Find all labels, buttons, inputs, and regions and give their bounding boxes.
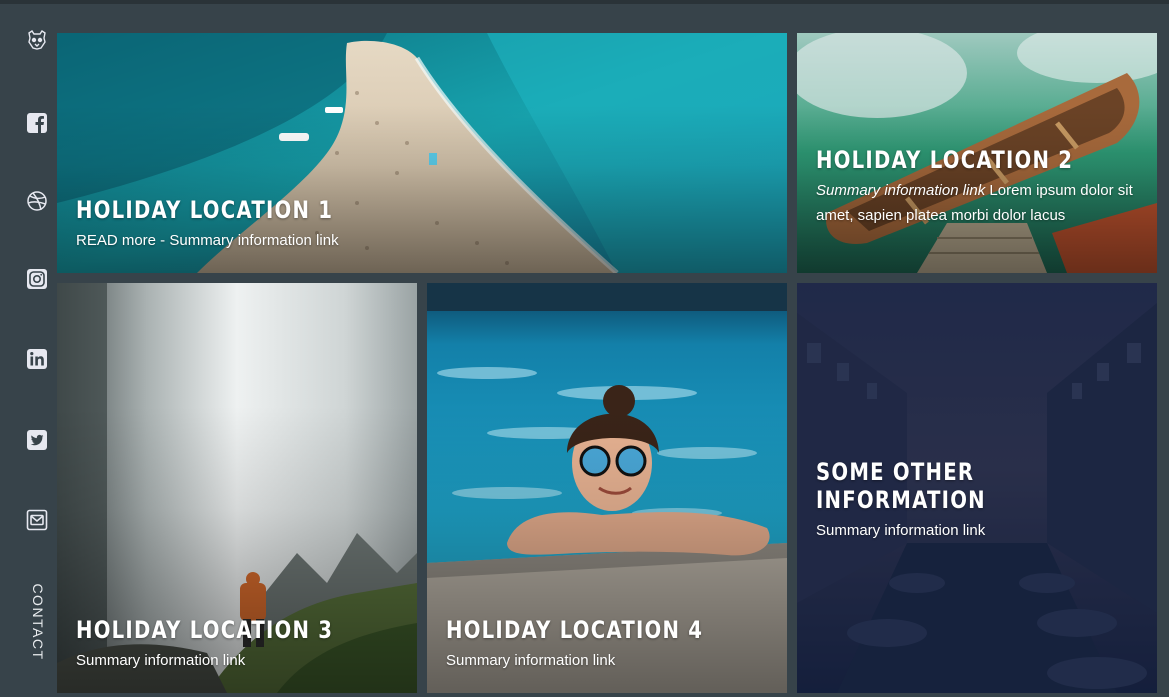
tile-caption: SOME OTHER INFORMATION Summary informati…	[816, 458, 1139, 543]
contact-link[interactable]: CONTACT	[30, 583, 46, 660]
linkedin-icon[interactable]	[26, 348, 48, 370]
tile-holiday-location-4[interactable]: HOLIDAY LOCATION 4 Summary information l…	[427, 283, 787, 693]
tile-caption: HOLIDAY LOCATION 4 Summary information l…	[446, 616, 769, 673]
tile-caption: HOLIDAY LOCATION 3 Summary information l…	[76, 616, 399, 673]
tile-title: HOLIDAY LOCATION 2	[816, 146, 1074, 174]
tile-title: HOLIDAY LOCATION 3	[76, 616, 334, 644]
tile-summary-link[interactable]: READ more - Summary information link	[76, 228, 769, 253]
tile-title: HOLIDAY LOCATION 4	[446, 616, 704, 644]
twitter-icon[interactable]	[26, 429, 48, 451]
social-sidebar: CONTACT	[0, 0, 57, 697]
tile-some-other-information[interactable]: SOME OTHER INFORMATION Summary informati…	[797, 283, 1157, 693]
tile-summary-link[interactable]: Summary information link	[816, 182, 985, 199]
tile-holiday-location-2[interactable]: HOLIDAY LOCATION 2 Summary information l…	[797, 33, 1157, 273]
tile-holiday-location-3[interactable]: HOLIDAY LOCATION 3 Summary information l…	[57, 283, 417, 693]
logo-icon[interactable]	[26, 29, 48, 51]
tile-caption: HOLIDAY LOCATION 1 READ more - Summary i…	[76, 196, 769, 253]
tile-holiday-location-1[interactable]: HOLIDAY LOCATION 1 READ more - Summary i…	[57, 33, 787, 273]
top-border	[0, 0, 1169, 4]
tile-summary-link[interactable]: Summary information link	[816, 518, 1139, 543]
tile-title: HOLIDAY LOCATION 1	[76, 196, 334, 224]
tile-summary: Summary information link Lorem ipsum dol…	[816, 178, 1139, 228]
tile-summary-link[interactable]: Summary information link	[76, 648, 399, 673]
tile-caption: HOLIDAY LOCATION 2 Summary information l…	[816, 146, 1139, 228]
dribbble-icon[interactable]	[26, 190, 48, 212]
facebook-icon[interactable]	[26, 112, 48, 134]
tile-summary-link[interactable]: Summary information link	[446, 648, 769, 673]
instagram-icon[interactable]	[26, 268, 48, 290]
mail-icon[interactable]	[26, 509, 48, 531]
tile-title: SOME OTHER INFORMATION	[816, 458, 986, 514]
